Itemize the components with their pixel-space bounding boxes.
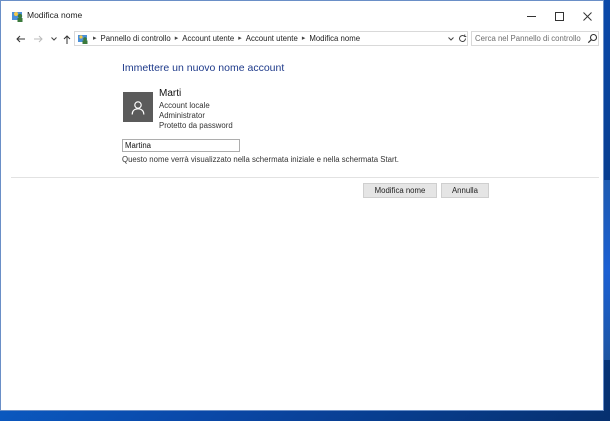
breadcrumb-separator-icon[interactable]: ▸	[238, 33, 242, 45]
title-bar[interactable]: Modifica nome	[1, 1, 603, 31]
divider	[11, 177, 599, 178]
window-title: Modifica nome	[27, 10, 83, 20]
chevron-down-icon	[51, 37, 57, 41]
arrow-up-icon	[63, 34, 71, 44]
breadcrumb-item-user-accounts[interactable]: Account utente	[182, 33, 234, 45]
account-type-label: Account locale	[159, 101, 210, 110]
search-icon[interactable]	[587, 33, 598, 44]
refresh-icon	[458, 34, 466, 42]
minimize-icon	[526, 15, 536, 17]
search-input[interactable]	[475, 33, 583, 44]
name-hint-text: Questo nome verrà visualizzato nella sch…	[122, 155, 399, 164]
user-name: Marti	[159, 88, 182, 99]
address-dropdown-button[interactable]	[446, 32, 456, 45]
arrow-left-icon	[15, 35, 25, 43]
search-box[interactable]	[471, 31, 599, 46]
user-icon	[131, 100, 145, 115]
breadcrumb-item-change-name[interactable]: Modifica nome	[309, 33, 360, 45]
user-accounts-icon	[12, 12, 23, 22]
password-status-label: Protetto da password	[159, 121, 233, 130]
arrow-right-icon	[33, 35, 43, 43]
account-role-label: Administrator	[159, 111, 205, 120]
cancel-button[interactable]: Annulla	[441, 183, 489, 198]
breadcrumb: ▸ Pannello di controllo ▸ Account utente…	[89, 33, 360, 45]
avatar	[123, 92, 153, 122]
main-content: Immettere un nuovo nome account Marti Ac…	[1, 49, 603, 410]
back-button[interactable]	[13, 31, 27, 47]
refresh-button[interactable]	[456, 32, 468, 45]
close-button[interactable]	[573, 1, 601, 31]
new-name-input[interactable]	[122, 139, 240, 152]
chevron-down-icon	[448, 36, 454, 41]
breadcrumb-separator-icon: ▸	[93, 35, 97, 42]
control-panel-window: Modifica nome ▸ Pannello di controllo ▸ …	[0, 0, 604, 411]
minimize-button[interactable]	[517, 1, 545, 31]
breadcrumb-item-control-panel[interactable]: Pannello di controllo	[101, 33, 171, 45]
change-name-button[interactable]: Modifica nome	[363, 183, 437, 198]
maximize-button[interactable]	[545, 1, 573, 31]
breadcrumb-separator-icon[interactable]: ▸	[175, 33, 179, 45]
control-panel-icon	[78, 35, 88, 44]
breadcrumb-item-user-accounts-2[interactable]: Account utente	[246, 33, 298, 45]
maximize-icon	[554, 11, 564, 21]
navigation-row: ▸ Pannello di controllo ▸ Account utente…	[1, 31, 603, 47]
up-button[interactable]	[61, 31, 73, 47]
breadcrumb-separator-icon[interactable]: ▸	[302, 33, 306, 45]
recent-locations-button[interactable]	[49, 31, 59, 47]
forward-button[interactable]	[31, 31, 45, 47]
close-icon	[582, 11, 592, 21]
page-title: Immettere un nuovo nome account	[122, 62, 285, 74]
address-bar[interactable]: ▸ Pannello di controllo ▸ Account utente…	[74, 31, 468, 46]
